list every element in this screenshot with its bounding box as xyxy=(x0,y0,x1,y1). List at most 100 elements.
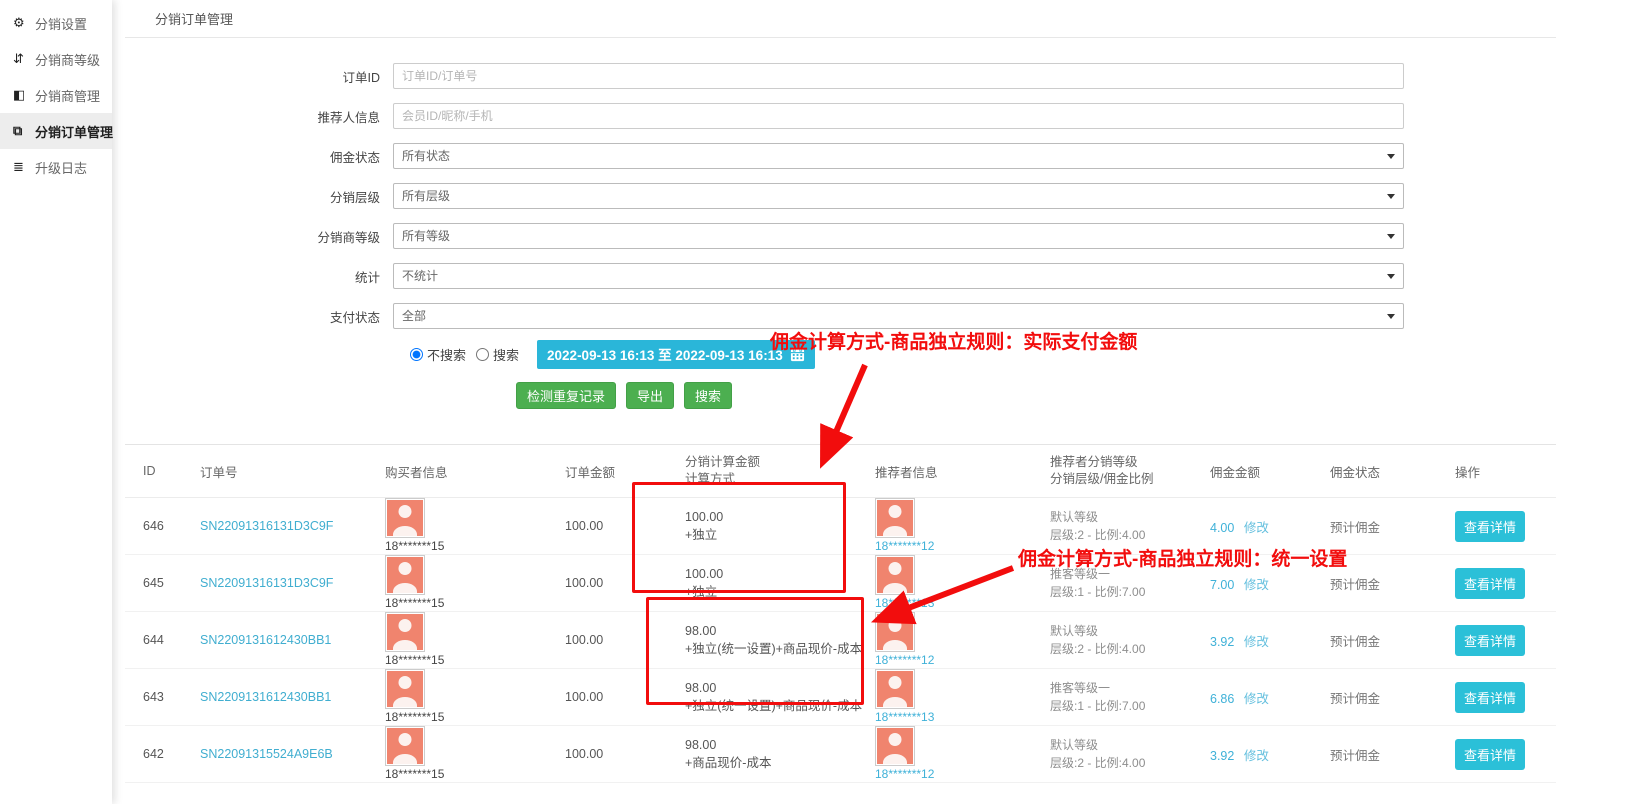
sidebar-item-label: 分销商管理 xyxy=(35,86,100,105)
page-title: 分销订单管理 xyxy=(125,9,237,37)
level-ratio: 层级:2 - 比例:4.00 xyxy=(1050,640,1210,658)
payment-status-select[interactable]: 全部 xyxy=(393,303,1404,329)
list-icon: ≣ xyxy=(13,159,35,175)
commission-status-label: 佣金状态 xyxy=(125,147,380,166)
form-row-distributor-grade: 分销商等级 所有等级 xyxy=(125,216,1556,256)
referrer-cell: 18*******12 xyxy=(875,612,1050,668)
view-detail-button[interactable]: 查看详情 xyxy=(1455,511,1525,542)
gear-icon: ⚙ xyxy=(13,15,35,31)
view-detail-button[interactable]: 查看详情 xyxy=(1455,682,1525,713)
modify-link[interactable]: 修改 xyxy=(1244,749,1269,763)
referrer-avatar xyxy=(875,555,915,595)
modify-link[interactable]: 修改 xyxy=(1244,578,1269,592)
view-detail-button[interactable]: 查看详情 xyxy=(1455,625,1525,656)
sidebar-item-distributor-grade[interactable]: ⇵ 分销商等级 xyxy=(0,41,112,77)
buyer-avatar xyxy=(385,669,425,709)
sidebar-item-upgrade-log[interactable]: ≣ 升级日志 xyxy=(0,149,112,185)
modify-link[interactable]: 修改 xyxy=(1244,635,1269,649)
referrer-cell: 18*******13 xyxy=(875,669,1050,725)
commission-status: 预计佣金 xyxy=(1330,745,1455,764)
sidebar-item-label: 分销订单管理 xyxy=(35,122,113,141)
referrer-info-input[interactable] xyxy=(393,103,1404,129)
header-status: 佣金状态 xyxy=(1330,462,1455,481)
no-search-radio-input[interactable] xyxy=(410,348,423,361)
statistics-label: 统计 xyxy=(125,267,380,286)
commission-status-select[interactable]: 所有状态 xyxy=(393,143,1404,169)
order-number-link[interactable]: SN2209131612430BB1 xyxy=(200,633,331,647)
form-row-commission-status: 佣金状态 所有状态 xyxy=(125,136,1556,176)
header-buyer: 购买者信息 xyxy=(385,462,565,481)
buyer-cell: 18*******15 xyxy=(385,555,565,611)
commission-amount: 3.92 xyxy=(1210,749,1234,763)
order-number-link[interactable]: SN22091316131D3C9F xyxy=(200,519,333,533)
date-range-button[interactable]: 2022-09-13 16:13 至 2022-09-13 16:13 xyxy=(537,340,815,369)
referrer-cell: 18*******12 xyxy=(875,726,1050,782)
table-row: 646 SN22091316131D3C9F 18*******15 100.0… xyxy=(125,498,1556,555)
calc-amount: 98.00 xyxy=(685,622,875,640)
order-id: 644 xyxy=(143,633,200,647)
level-cell: 推客等级一 层级:1 - 比例:7.00 xyxy=(1050,679,1210,715)
referrer-avatar xyxy=(875,726,915,766)
calc-cell: 100.00 +独立 xyxy=(685,508,875,544)
search-radio-input[interactable] xyxy=(476,348,489,361)
view-detail-button[interactable]: 查看详情 xyxy=(1455,568,1525,599)
view-detail-button[interactable]: 查看详情 xyxy=(1455,739,1525,770)
check-duplicate-button[interactable]: 检测重复记录 xyxy=(516,382,616,409)
form-row-distribution-level: 分销层级 所有层级 xyxy=(125,176,1556,216)
distribution-level-select[interactable]: 所有层级 xyxy=(393,183,1404,209)
statistics-select[interactable]: 不统计 xyxy=(393,263,1404,289)
search-radio[interactable]: 搜索 xyxy=(476,345,519,364)
calc-cell: 100.00 +独立 xyxy=(685,565,875,601)
referrer-phone[interactable]: 18*******13 xyxy=(875,596,1050,610)
sidebar-item-distribution-settings[interactable]: ⚙ 分销设置 xyxy=(0,5,112,41)
order-id: 645 xyxy=(143,576,200,590)
commission-status: 预计佣金 xyxy=(1330,574,1455,593)
header-amount: 订单金额 xyxy=(565,462,685,481)
referrer-phone[interactable]: 18*******12 xyxy=(875,653,1050,667)
search-button[interactable]: 搜索 xyxy=(684,382,732,409)
header-action: 操作 xyxy=(1455,462,1555,481)
sidebar-item-distribution-orders[interactable]: ⧉ 分销订单管理 xyxy=(0,113,112,149)
modify-link[interactable]: 修改 xyxy=(1244,521,1269,535)
level-ratio: 层级:2 - 比例:4.00 xyxy=(1050,754,1210,772)
share-icon: ◧ xyxy=(13,87,35,103)
order-id-input[interactable] xyxy=(393,63,1404,89)
calc-method: +独立 xyxy=(685,583,875,601)
order-amount: 100.00 xyxy=(565,633,685,647)
distributor-grade-select[interactable]: 所有等级 xyxy=(393,223,1404,249)
sidebar-item-distributor-management[interactable]: ◧ 分销商管理 xyxy=(0,77,112,113)
date-search-row: 不搜索 搜索 2022-09-13 16:13 至 2022-09-13 16:… xyxy=(410,336,1556,372)
titlebar: 分销订单管理 xyxy=(125,0,1556,38)
referrer-cell: 18*******12 xyxy=(875,498,1050,554)
level-ratio: 层级:1 - 比例:7.00 xyxy=(1050,697,1210,715)
table-row: 644 SN2209131612430BB1 18*******15 100.0… xyxy=(125,612,1556,669)
calc-amount: 98.00 xyxy=(685,679,875,697)
header-commission: 佣金金额 xyxy=(1210,462,1330,481)
level-cell: 默认等级 层级:2 - 比例:4.00 xyxy=(1050,736,1210,772)
commission-status: 预计佣金 xyxy=(1330,517,1455,536)
level-cell: 推客等级一 层级:1 - 比例:7.00 xyxy=(1050,565,1210,601)
order-number-link[interactable]: SN2209131612430BB1 xyxy=(200,690,331,704)
sidebar-item-label: 分销设置 xyxy=(35,14,87,33)
commission-cell: 3.92 修改 xyxy=(1210,631,1330,650)
order-number-link[interactable]: SN22091315524A9E6B xyxy=(200,747,333,761)
calc-cell: 98.00 +独立(统一设置)+商品现价-成本 xyxy=(685,622,875,658)
commission-cell: 6.86 修改 xyxy=(1210,688,1330,707)
referrer-phone[interactable]: 18*******12 xyxy=(875,767,1050,781)
export-button[interactable]: 导出 xyxy=(626,382,674,409)
referrer-level: 推客等级一 xyxy=(1050,679,1210,697)
modify-link[interactable]: 修改 xyxy=(1244,692,1269,706)
order-id-label: 订单ID xyxy=(125,67,380,86)
commission-status: 预计佣金 xyxy=(1330,631,1455,650)
calc-method: +商品现价-成本 xyxy=(685,754,875,772)
calc-method: +独立(统一设置)+商品现价-成本 xyxy=(685,697,875,715)
sidebar-item-label: 分销商等级 xyxy=(35,50,100,69)
order-number-link[interactable]: SN22091316131D3C9F xyxy=(200,576,333,590)
no-search-radio[interactable]: 不搜索 xyxy=(410,345,466,364)
distributor-grade-label: 分销商等级 xyxy=(125,227,380,246)
table-row: 643 SN2209131612430BB1 18*******15 100.0… xyxy=(125,669,1556,726)
referrer-phone[interactable]: 18*******12 xyxy=(875,539,1050,553)
order-amount: 100.00 xyxy=(565,690,685,704)
buyer-phone: 18*******15 xyxy=(385,710,565,724)
referrer-phone[interactable]: 18*******13 xyxy=(875,710,1050,724)
